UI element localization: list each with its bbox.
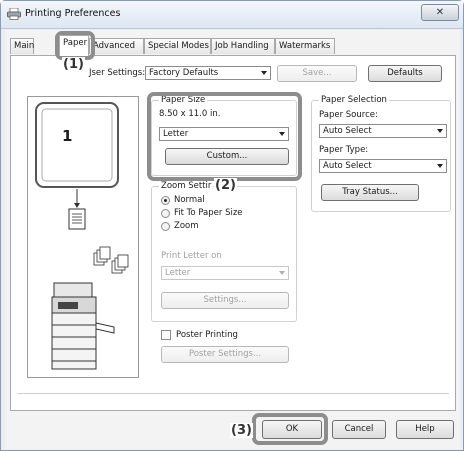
zoom-zoom-radio[interactable] (161, 222, 170, 231)
zoom-settings-button[interactable]: Settings... (161, 292, 289, 309)
callout-label-3: (3) (230, 423, 253, 438)
window-title: Printing Preferences (25, 8, 121, 19)
zoom-normal-label: Normal (174, 195, 205, 205)
close-icon: ✕ (435, 7, 445, 18)
defaults-button[interactable]: Defaults (368, 65, 442, 82)
tab-job-handling[interactable]: Job Handling (211, 38, 275, 54)
print-on-dropdown[interactable]: Letter (161, 266, 289, 280)
tab-special-modes[interactable]: Special Modes (144, 38, 211, 54)
tab-paper[interactable]: Paper (59, 35, 89, 56)
paper-type-label: Paper Type: (319, 145, 369, 155)
preview-page-number: 1 (62, 127, 73, 145)
title-bar[interactable]: Printing Preferences ✕ (1, 1, 463, 29)
printer-icon (7, 8, 21, 20)
paper-selection-title: Paper Selection (319, 95, 389, 105)
zoom-normal-radio[interactable] (161, 196, 170, 205)
paper-type-dropdown[interactable]: Auto Select (319, 159, 447, 173)
zoom-settings-title: Zoom Settir (159, 181, 214, 191)
chevron-down-icon (437, 164, 443, 168)
tray-status-button[interactable]: Tray Status... (321, 184, 419, 201)
chevron-down-icon (261, 71, 267, 75)
poster-printing-checkbox[interactable] (161, 330, 171, 340)
tab-watermarks[interactable]: Watermarks (275, 38, 335, 54)
help-button[interactable]: Help (396, 420, 454, 439)
panel-divider (17, 393, 449, 394)
tab-advanced[interactable]: Advanced (89, 38, 144, 54)
preview-illustration (35, 102, 129, 370)
cancel-button[interactable]: Cancel (332, 420, 386, 439)
tab-main[interactable]: Main (10, 38, 34, 54)
zoom-fit-label: Fit To Paper Size (174, 208, 243, 218)
callout-label-1: (1) (62, 57, 85, 72)
paper-source-label: Paper Source: (319, 110, 378, 120)
user-settings-label: Jser Settings: (89, 68, 146, 78)
save-button[interactable]: Save... (277, 65, 357, 82)
chevron-down-icon (279, 271, 285, 275)
callout-highlight-ok (252, 413, 328, 445)
close-button[interactable]: ✕ (421, 4, 459, 21)
print-on-label: Print Letter on (161, 251, 222, 261)
print-preview: 1 (27, 96, 139, 378)
paper-source-dropdown[interactable]: Auto Select (319, 124, 447, 138)
zoom-fit-radio[interactable] (161, 209, 170, 218)
zoom-zoom-label: Zoom (174, 221, 199, 231)
user-settings-dropdown[interactable]: Factory Defaults (145, 66, 271, 80)
callout-highlight-paper-size (147, 92, 302, 181)
poster-printing-label: Poster Printing (176, 330, 238, 340)
callout-label-2: (2) (214, 178, 237, 193)
poster-settings-button[interactable]: Poster Settings... (161, 346, 289, 363)
chevron-down-icon (437, 129, 443, 133)
